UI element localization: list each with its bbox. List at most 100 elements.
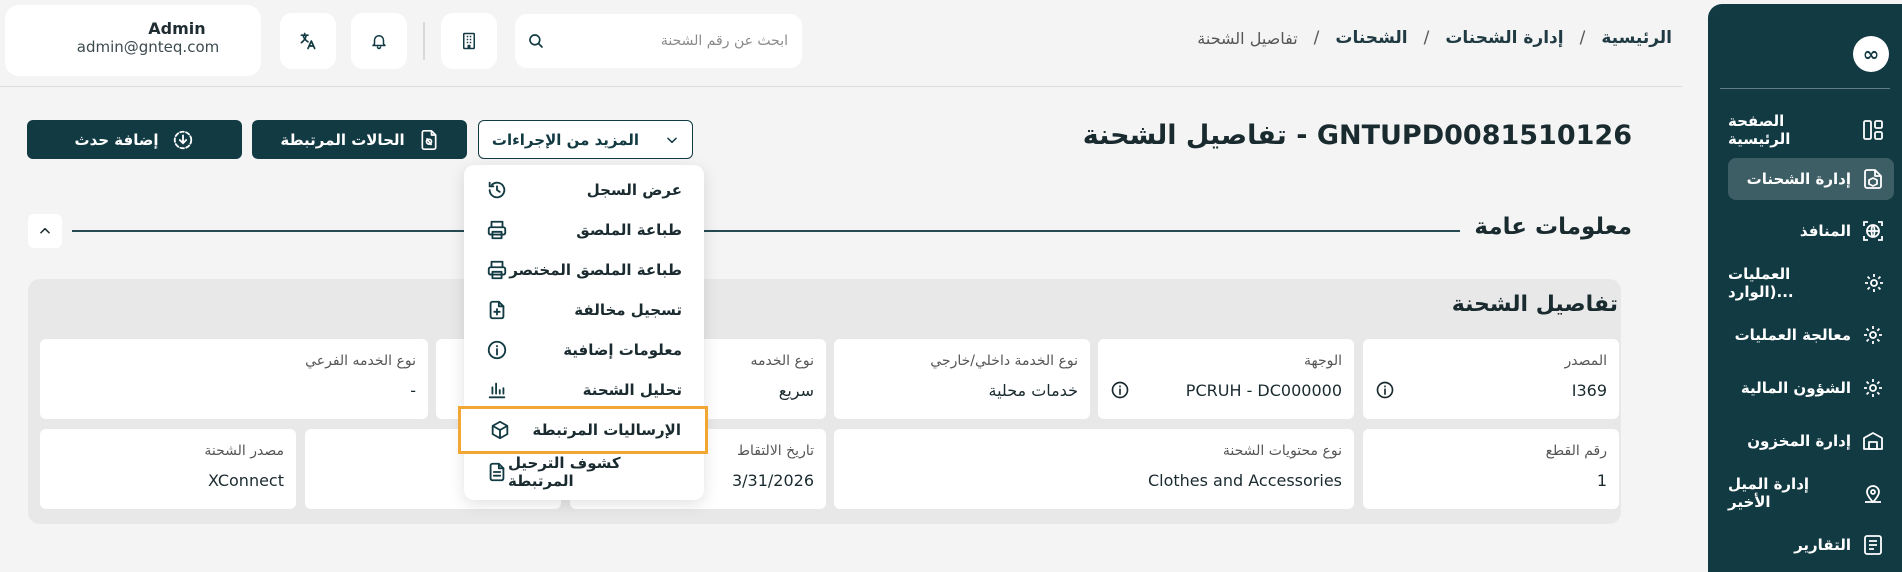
user-card[interactable]: Admin admin@gnteq.com [5,5,261,76]
more-actions-dropdown: عرض السجل طباعة الملصق طباعة الملصق المخ… [458,165,708,500]
dashboard-icon [1860,117,1886,143]
history-icon [486,179,508,201]
file-add-icon [486,299,508,321]
sidebar-item-label: المنافذ [1799,222,1851,240]
add-event-button[interactable]: إضافة حدث [27,120,242,159]
section-title: معلومات عامة [1460,214,1632,240]
warehouse-icon [1860,428,1886,454]
menu-item-related-manifests[interactable]: كشوف الترحيل المرتبطة [464,452,704,492]
menu-item-view-log[interactable]: عرض السجل [464,170,704,210]
menu-item-shipment-analysis[interactable]: تحليل الشحنة [464,370,704,410]
field-label: نوع محتويات الشحنة [1222,443,1342,459]
field-value: سريع [778,381,814,400]
sidebar-item-reports[interactable]: التقارير [1728,524,1894,566]
field-value: XConnect [208,471,284,490]
sidebar-item-shipment-management[interactable]: إدارة الشحنات [1728,158,1894,200]
more-actions-label: المزيد من الإجراءات [491,130,640,149]
printer-icon [486,259,508,281]
breadcrumb-separator: / [1313,28,1320,48]
field-label: نوع الخدمه الفرعي [305,353,416,369]
translate-icon [298,31,318,51]
sidebar-item-label: إدارة الشحنات [1746,170,1851,188]
breadcrumb-separator: / [1423,28,1430,48]
menu-item-additional-info[interactable]: معلومات إضافية [464,330,704,370]
user-email: admin@gnteq.com [76,38,220,56]
chevron-down-icon [665,133,679,147]
info-icon[interactable] [1375,380,1395,400]
shipment-box-icon [1860,166,1886,192]
sidebar-item-last-mile[interactable]: إدارة الميل الأخير [1728,472,1894,514]
collapse-section-button[interactable] [28,214,62,248]
field-service-subtype: نوع الخدمه الفرعي - [40,339,428,419]
breadcrumb-separator: / [1579,28,1586,48]
field-shipment-origin: مصدر الشحنة XConnect [40,429,296,509]
field-destination: الوجهة PCRUH - DC000000 [1098,339,1354,419]
menu-item-label: طباعة الملصق [576,221,682,239]
field-value: خدمات محلية [988,381,1078,400]
sidebar-item-label: معالجة العمليات [1734,326,1851,344]
menu-item-label: معلومات إضافية [563,341,682,359]
add-event-label: إضافة حدث [74,130,159,149]
package-icon [489,419,511,441]
breadcrumb-home[interactable]: الرئيسية [1601,28,1672,48]
sidebar-item-ports[interactable]: المنافذ [1728,210,1894,252]
notifications-button[interactable] [351,13,407,69]
sidebar-divider [1720,88,1890,89]
cases-file-icon [419,129,439,151]
menu-item-print-label[interactable]: طباعة الملصق [464,210,704,250]
gear-icon [1860,375,1886,401]
field-value: 3/31/2026 [731,471,814,490]
field-service-scope: نوع الخدمة داخلي/خارجي خدمات محلية [834,339,1090,419]
logo[interactable]: ∞ [1853,36,1889,72]
field-label: مصدر الشحنة [204,443,284,459]
menu-item-label: تسجيل مخالفة [574,301,682,319]
more-actions-button[interactable]: المزيد من الإجراءات [478,120,693,159]
menu-item-label: تحليل الشحنة [582,381,682,399]
menu-item-related-consignments[interactable]: الإرساليات المرتبطة [458,406,708,454]
field-label: المصدر [1564,353,1608,369]
field-pieces: رقم القطع 1 [1363,429,1619,509]
related-cases-button[interactable]: الحالات المرتبطة [252,120,467,159]
building-button[interactable] [441,13,497,69]
document-icon [486,461,508,483]
sidebar-item-home[interactable]: الصفحة الرئيسية [1728,109,1894,151]
search-input[interactable] [555,24,792,58]
language-button[interactable] [280,13,336,69]
search-box[interactable] [515,14,802,68]
add-event-icon [172,129,194,151]
printer-icon [486,219,508,241]
menu-item-print-short-label[interactable]: طباعة الملصق المختصر [464,250,704,290]
page-title: تفاصيل الشحنة - GNTUPD0081510126 [1082,120,1632,151]
sidebar-item-label: إدارة المخزون [1747,432,1851,450]
field-value: I369 [1571,381,1607,400]
report-icon [1860,532,1886,558]
field-value: PCRUH - DC000000 [1185,381,1342,400]
chevron-up-icon [38,224,52,238]
location-icon [1861,480,1886,506]
sidebar-item-label: الشؤون المالية [1740,379,1851,397]
field-contents-type: نوع محتويات الشحنة Clothes and Accessori… [834,429,1354,509]
field-label: نوع الخدمه [750,353,814,369]
breadcrumb-shipment-management[interactable]: إدارة الشحنات [1445,28,1563,48]
bell-icon [370,32,388,50]
section-divider [72,230,1492,232]
sidebar-item-operations[interactable]: العمليات (الوارد... [1728,262,1894,304]
sidebar-item-operations-processing[interactable]: معالجة العمليات [1728,314,1894,356]
field-value: Clothes and Accessories [1147,471,1342,490]
sidebar-item-inventory[interactable]: إدارة المخزون [1728,420,1894,462]
bar-chart-icon [486,379,508,401]
menu-item-register-violation[interactable]: تسجيل مخالفة [464,290,704,330]
sidebar-item-finance[interactable]: الشؤون المالية [1728,367,1894,409]
field-label: الوجهة [1303,353,1342,369]
breadcrumb-shipments[interactable]: الشحنات [1335,28,1407,48]
building-icon [461,32,477,50]
sidebar-item-label: العمليات (الوارد... [1728,265,1794,301]
field-value: - [410,381,416,400]
field-label: نوع الخدمة داخلي/خارجي [930,353,1078,369]
info-icon[interactable] [1110,380,1130,400]
menu-item-label: الإرساليات المرتبطة [532,421,681,439]
menu-item-label: عرض السجل [586,181,682,199]
menu-item-label: كشوف الترحيل المرتبطة [508,454,621,490]
globe-icon [1860,218,1886,244]
field-label: تاريخ الالتقاط [737,443,814,459]
